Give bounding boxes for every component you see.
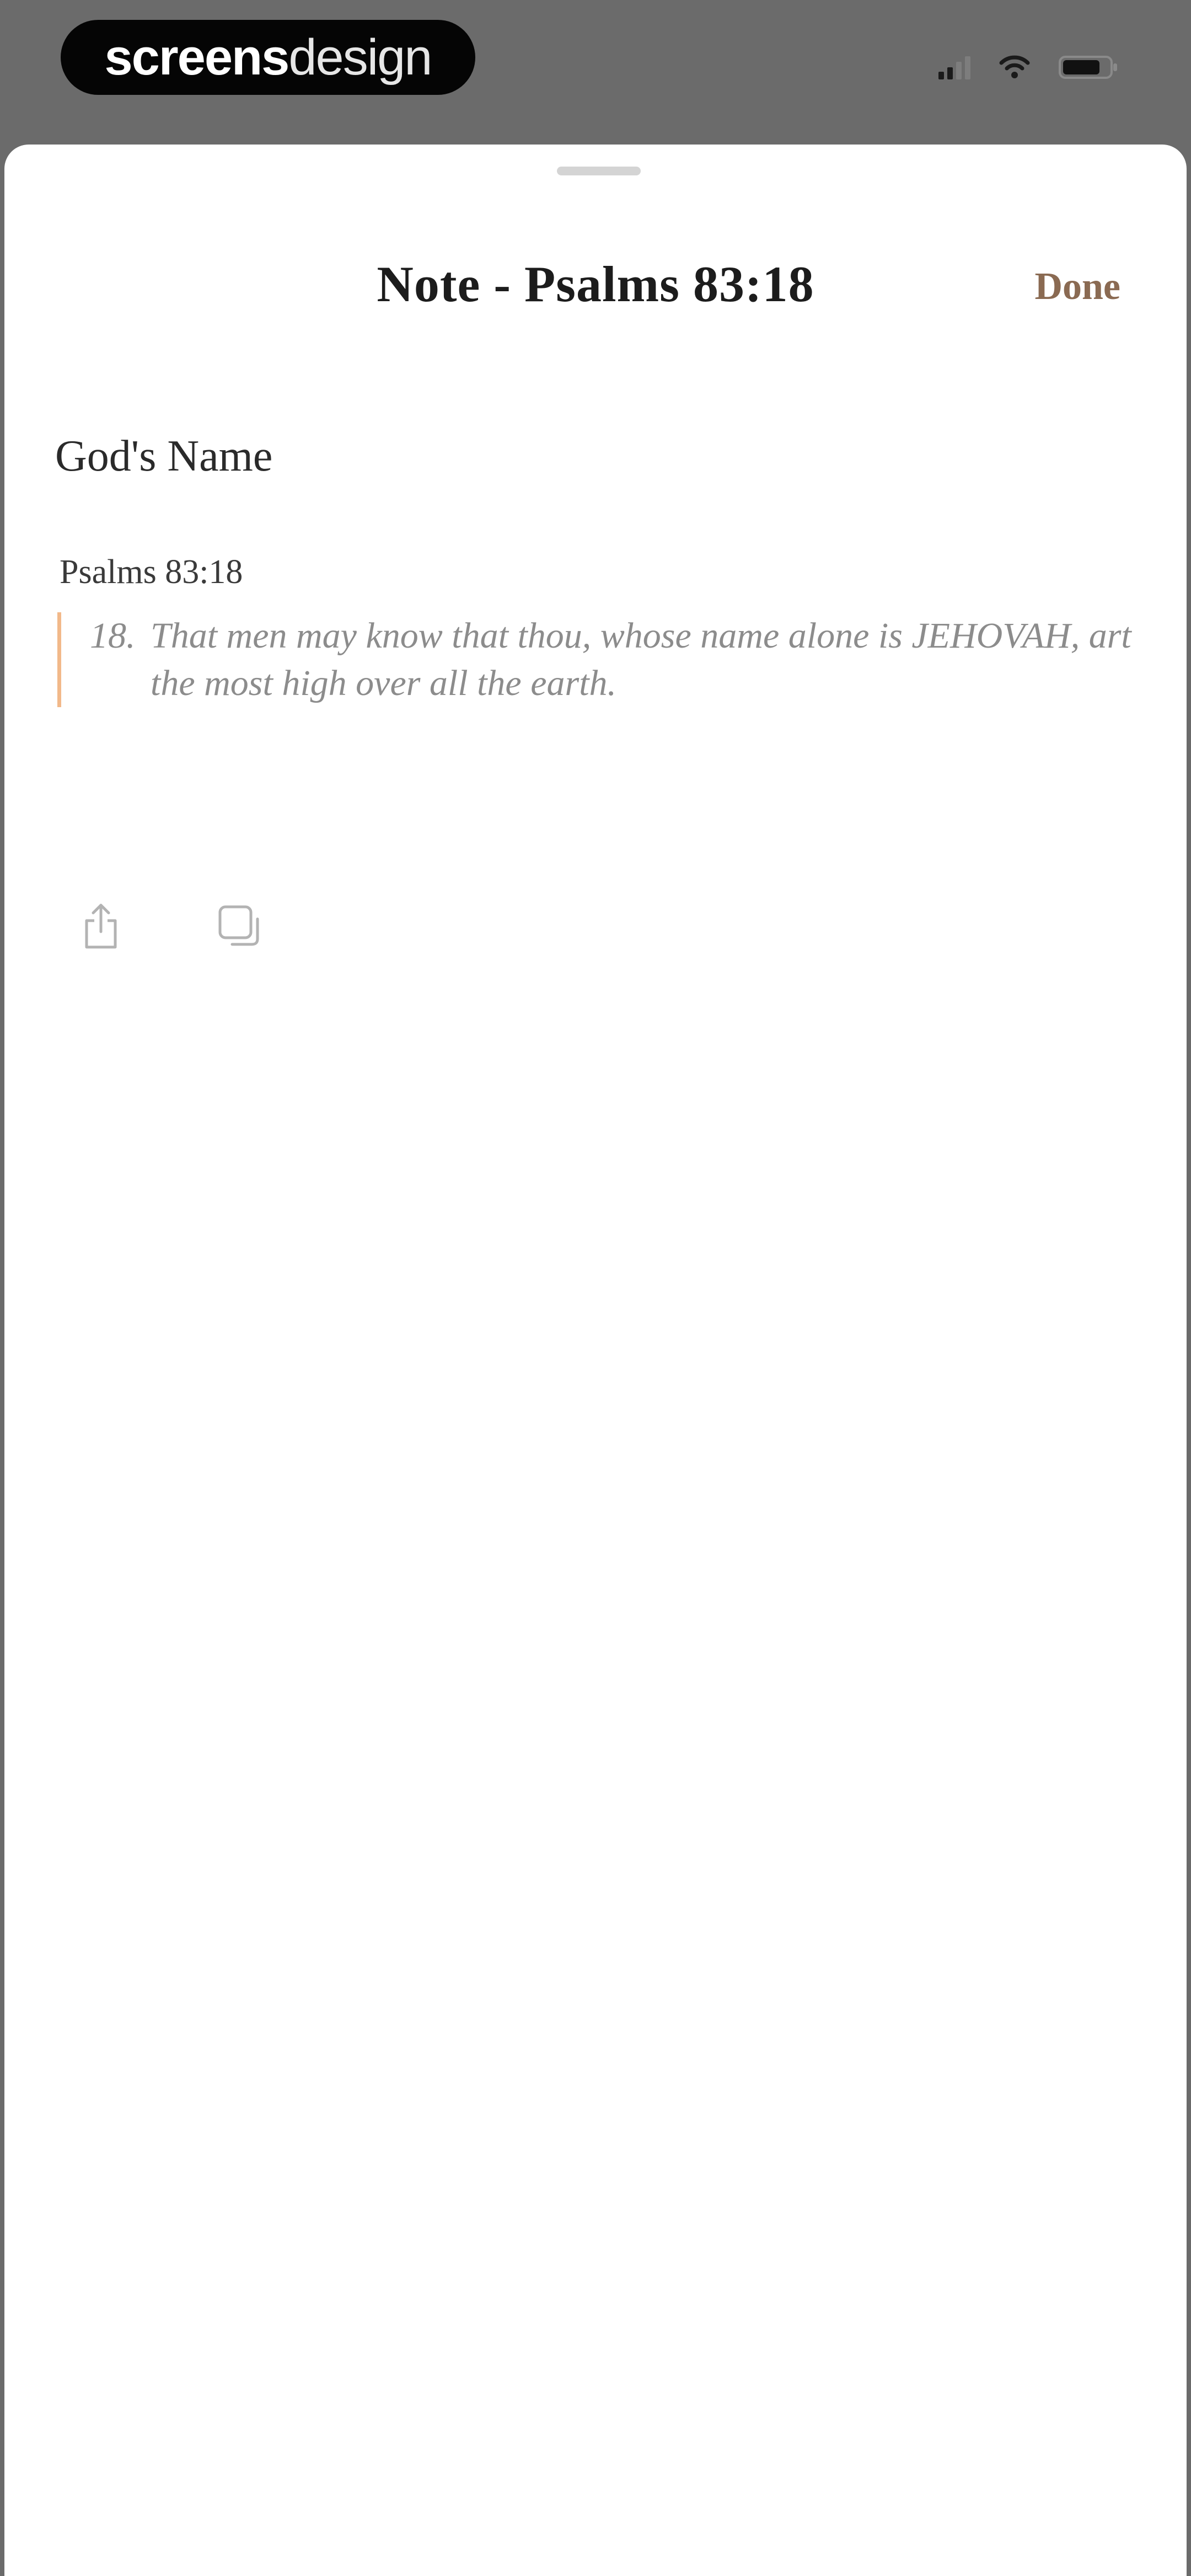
status-icons (938, 51, 1119, 84)
verse-number: 18. (90, 616, 136, 656)
verse-line: 18. That men may know that thou, whose n… (90, 612, 1138, 707)
verse-reference[interactable]: Psalms 83:18 (60, 553, 243, 592)
brand-light-text: design (288, 29, 432, 85)
verse-text: That men may know that thou, whose name … (151, 616, 1131, 703)
share-icon (79, 901, 123, 952)
verse-quote[interactable]: 18. That men may know that thou, whose n… (57, 612, 1138, 707)
note-title[interactable]: God's Name (55, 431, 272, 482)
sheet-grabber[interactable] (557, 167, 641, 175)
status-bar: screens design (0, 0, 1191, 138)
brand-bold-text: screens (104, 29, 290, 85)
sheet-title: Note - Psalms 83:18 (377, 256, 814, 312)
copy-button[interactable] (214, 901, 264, 951)
cellular-signal-icon (938, 55, 970, 79)
wifi-icon (999, 55, 1030, 79)
note-sheet: Note - Psalms 83:18 Done God's Name Psal… (4, 145, 1187, 2576)
done-button[interactable]: Done (1034, 265, 1120, 309)
share-button[interactable] (76, 901, 126, 951)
brand-badge: screens design (61, 20, 475, 95)
note-actions (76, 901, 264, 951)
copy-icon (216, 902, 262, 950)
battery-icon (1059, 54, 1119, 81)
screen: screens design Note - Psalms 83:18 Done … (0, 0, 1191, 2576)
